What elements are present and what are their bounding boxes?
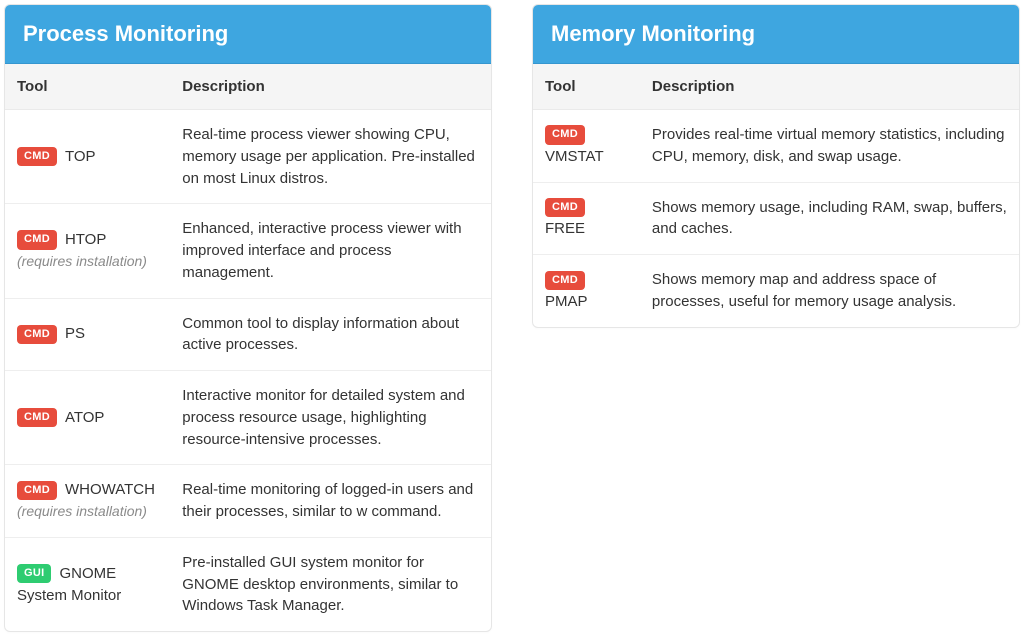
cmd-badge: CMD xyxy=(17,408,57,427)
tool-name: ATOP xyxy=(65,409,104,426)
panel-card: Memory MonitoringToolDescription CMD VMSTA… xyxy=(532,4,1020,328)
cmd-badge: CMD xyxy=(17,230,57,249)
panel-card: Process MonitoringToolDescription CMD TOP R… xyxy=(4,4,492,632)
panels-container: Process MonitoringToolDescriptionCMDTOPR… xyxy=(4,4,1020,632)
tool-description: Shows memory usage, including RAM, swap,… xyxy=(640,182,1019,255)
cmd-badge: CMD xyxy=(17,481,57,500)
cmd-badge: CMD xyxy=(545,125,585,144)
tool-cell: CMD HTOP (requires installation) xyxy=(5,204,170,298)
table-row: GUIGNOME System MonitorPre-installed GUI… xyxy=(5,537,491,631)
tool-cell: CMD PS xyxy=(5,298,170,371)
tool-description: Real-time process viewer showing CPU, me… xyxy=(170,110,491,204)
tool-cell: CMD FREE xyxy=(533,182,640,255)
cmd-badge: CMD xyxy=(17,325,57,344)
cmd-badge: CMD xyxy=(545,198,585,217)
install-note: (requires installation) xyxy=(17,253,147,269)
tool-name: FREE xyxy=(545,221,585,238)
table-row: CMD HTOP (requires installation) Enhanced,… xyxy=(5,204,491,298)
panel-title: Process Monitoring xyxy=(5,5,491,64)
tool-cell: CMD TOP xyxy=(5,110,170,204)
panel-title: Memory Monitoring xyxy=(533,5,1019,64)
tool-description: Interactive monitor for detailed system … xyxy=(170,371,491,465)
column-header-description: Description xyxy=(640,64,1019,110)
table-row: CMD VMSTAT Provides real-time virtual memo… xyxy=(533,110,1019,183)
gui-badge: GUI xyxy=(17,564,51,583)
tool-description: Real-time monitoring of logged-in users … xyxy=(170,465,491,538)
tool-name: WHOWATCH xyxy=(65,481,155,498)
tool-cell: CMD WHOWATCH (requires installation) xyxy=(5,465,170,538)
tool-name: VMSTAT xyxy=(545,148,604,165)
table-row: CMD WHOWATCH (requires installation) Real-t… xyxy=(5,465,491,538)
tool-description: Pre-installed GUI system monitor for GNO… xyxy=(170,537,491,631)
tool-name: PMAP xyxy=(545,293,588,310)
cmd-badge: CMD xyxy=(545,271,585,290)
tool-name: PS xyxy=(65,325,85,342)
tools-table: ToolDescription CMD VMSTAT Provides real-ti… xyxy=(533,64,1019,327)
table-row: CMD ATOP Interactive monitor for detailed … xyxy=(5,371,491,465)
tool-name: TOP xyxy=(65,148,96,165)
tool-description: Provides real-time virtual memory statis… xyxy=(640,110,1019,183)
table-row: CMD FREE Shows memory usage, including RAM… xyxy=(533,182,1019,255)
install-note: (requires installation) xyxy=(17,503,147,519)
table-row: CMD PMAP Shows memory map and address spac… xyxy=(533,255,1019,327)
tool-cell: CMD VMSTAT xyxy=(533,110,640,183)
table-row: CMD PS Common tool to display information … xyxy=(5,298,491,371)
tool-description: Enhanced, interactive process viewer wit… xyxy=(170,204,491,298)
column-header-tool: Tool xyxy=(5,64,170,110)
cmd-badge: CMD xyxy=(17,147,57,166)
table-row: CMD TOP Real-time process viewer showing C… xyxy=(5,110,491,204)
tool-cell: GUIGNOME System Monitor xyxy=(5,537,170,631)
tool-description: Shows memory map and address space of pr… xyxy=(640,255,1019,327)
tool-cell: CMD PMAP xyxy=(533,255,640,327)
tool-description: Common tool to display information about… xyxy=(170,298,491,371)
column-header-description: Description xyxy=(170,64,491,110)
column-header-tool: Tool xyxy=(533,64,640,110)
tool-cell: CMD ATOP xyxy=(5,371,170,465)
tools-table: ToolDescription CMD TOP Real-time process v… xyxy=(5,64,491,631)
tool-name: HTOP xyxy=(65,231,106,248)
